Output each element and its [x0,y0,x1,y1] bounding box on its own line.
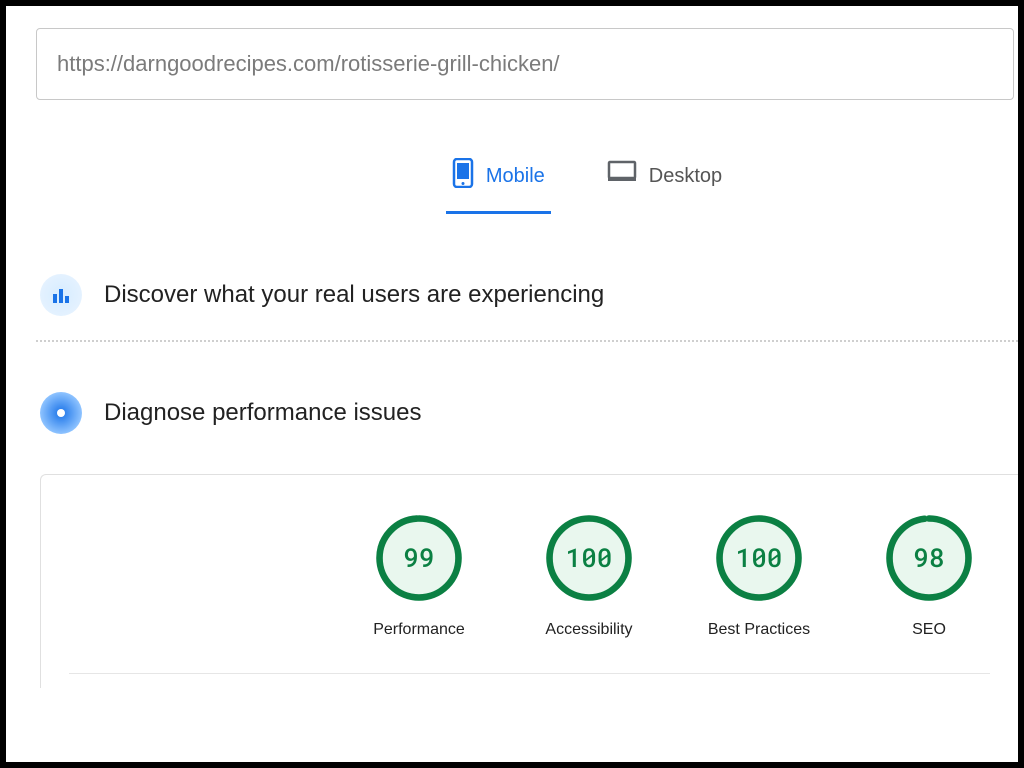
gauge-accessibility: 100 [542,511,636,605]
section-discover-title: Discover what your real users are experi… [104,281,604,309]
tab-mobile-label: Mobile [486,165,545,188]
score-seo-label: SEO [912,621,946,639]
score-accessibility-value: 100 [542,511,636,605]
page-frame: Mobile Desktop Discover what your real u… [0,0,1024,768]
score-best-practices[interactable]: 100 Best Practices [689,511,829,639]
device-tabs: Mobile Desktop [36,150,1018,208]
mobile-icon [452,158,474,194]
desktop-icon [607,160,637,192]
score-best-practices-value: 100 [712,511,806,605]
target-icon [40,392,82,434]
scores-divider [69,673,990,674]
bar-chart-icon [40,274,82,316]
scores-card: 99 Performance 100 Accessibility [40,474,1018,688]
tab-desktop-label: Desktop [649,165,722,188]
score-performance-value: 99 [372,511,466,605]
gauge-seo: 98 [882,511,976,605]
section-diagnose-title: Diagnose performance issues [104,399,422,427]
tab-desktop[interactable]: Desktop [601,150,728,208]
gauge-best-practices: 100 [712,511,806,605]
url-input[interactable] [57,51,993,77]
tab-mobile[interactable]: Mobile [446,150,551,208]
score-seo-value: 98 [882,511,976,605]
scores-row: 99 Performance 100 Accessibility [69,511,990,639]
score-performance[interactable]: 99 Performance [349,511,489,639]
section-discover: Discover what your real users are experi… [36,268,1018,322]
score-accessibility-label: Accessibility [545,621,632,639]
score-performance-label: Performance [373,621,465,639]
score-best-practices-label: Best Practices [708,621,810,639]
score-accessibility[interactable]: 100 Accessibility [519,511,659,639]
divider [36,340,1018,342]
gauge-performance: 99 [372,511,466,605]
score-seo[interactable]: 98 SEO [859,511,999,639]
section-diagnose: Diagnose performance issues [36,386,1018,440]
url-input-container[interactable] [36,28,1014,100]
